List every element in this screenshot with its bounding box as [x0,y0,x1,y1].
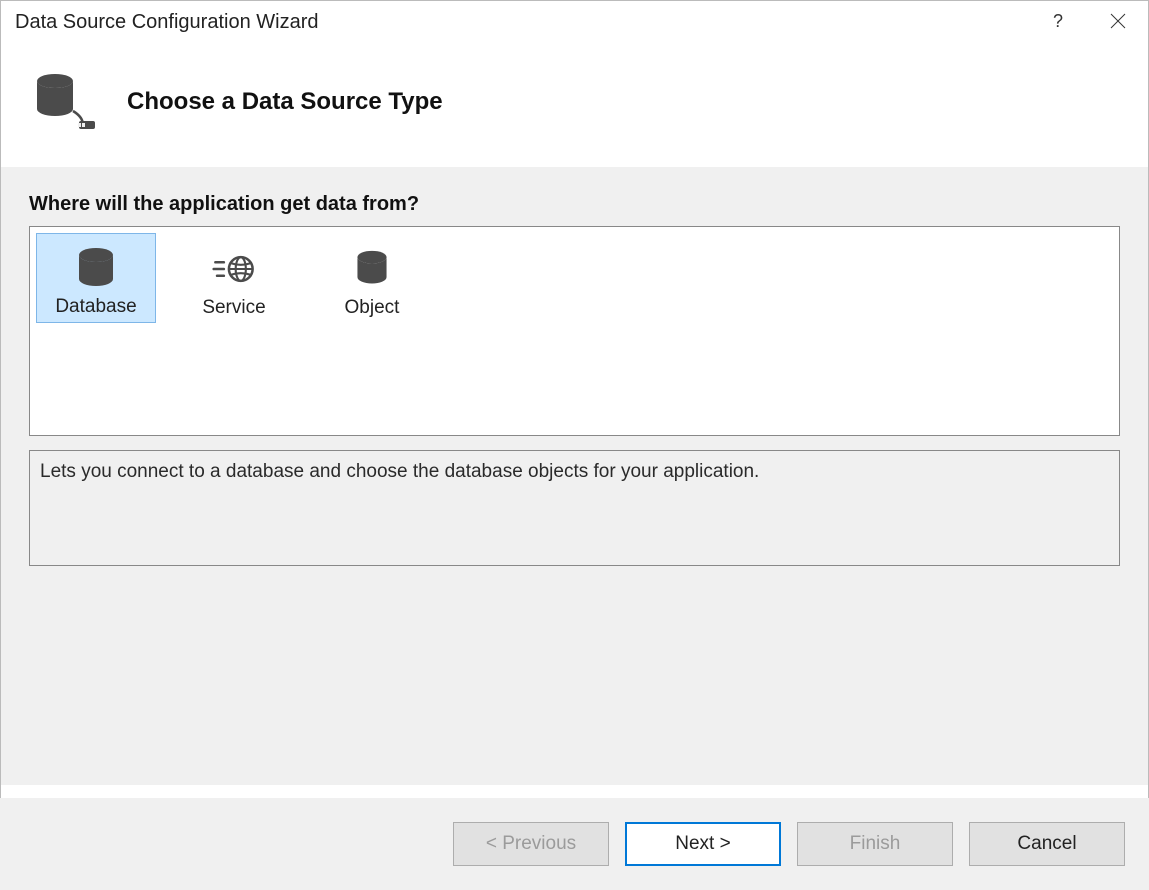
option-database[interactable]: Database [36,233,156,323]
option-service[interactable]: Service [174,233,294,323]
help-icon: ? [1053,11,1063,32]
option-label: Service [202,297,265,319]
description-text: Lets you connect to a database and choos… [40,461,1109,483]
option-label: Database [55,296,136,318]
wizard-body: Where will the application get data from… [1,167,1148,785]
object-icon [350,247,394,291]
prompt-label: Where will the application get data from… [29,193,1120,216]
wizard-step-title: Choose a Data Source Type [127,88,443,116]
database-icon [74,246,118,290]
data-source-options: Database Service [29,226,1120,436]
description-box: Lets you connect to a database and choos… [29,450,1120,566]
wizard-footer: < Previous Next > Finish Cancel [0,798,1149,890]
next-button[interactable]: Next > [625,822,781,866]
option-object[interactable]: Object [312,233,432,323]
titlebar: Data Source Configuration Wizard ? [1,1,1148,49]
header-db-icon [29,67,99,137]
close-icon [1110,13,1126,29]
wizard-header: Choose a Data Source Type [1,49,1148,167]
cancel-button[interactable]: Cancel [969,822,1125,866]
previous-button[interactable]: < Previous [453,822,609,866]
window-controls: ? [1028,1,1148,41]
finish-button[interactable]: Finish [797,822,953,866]
service-icon [212,247,256,291]
option-label: Object [345,297,400,319]
help-button[interactable]: ? [1028,1,1088,41]
window-title: Data Source Configuration Wizard [15,1,318,34]
close-button[interactable] [1088,1,1148,41]
